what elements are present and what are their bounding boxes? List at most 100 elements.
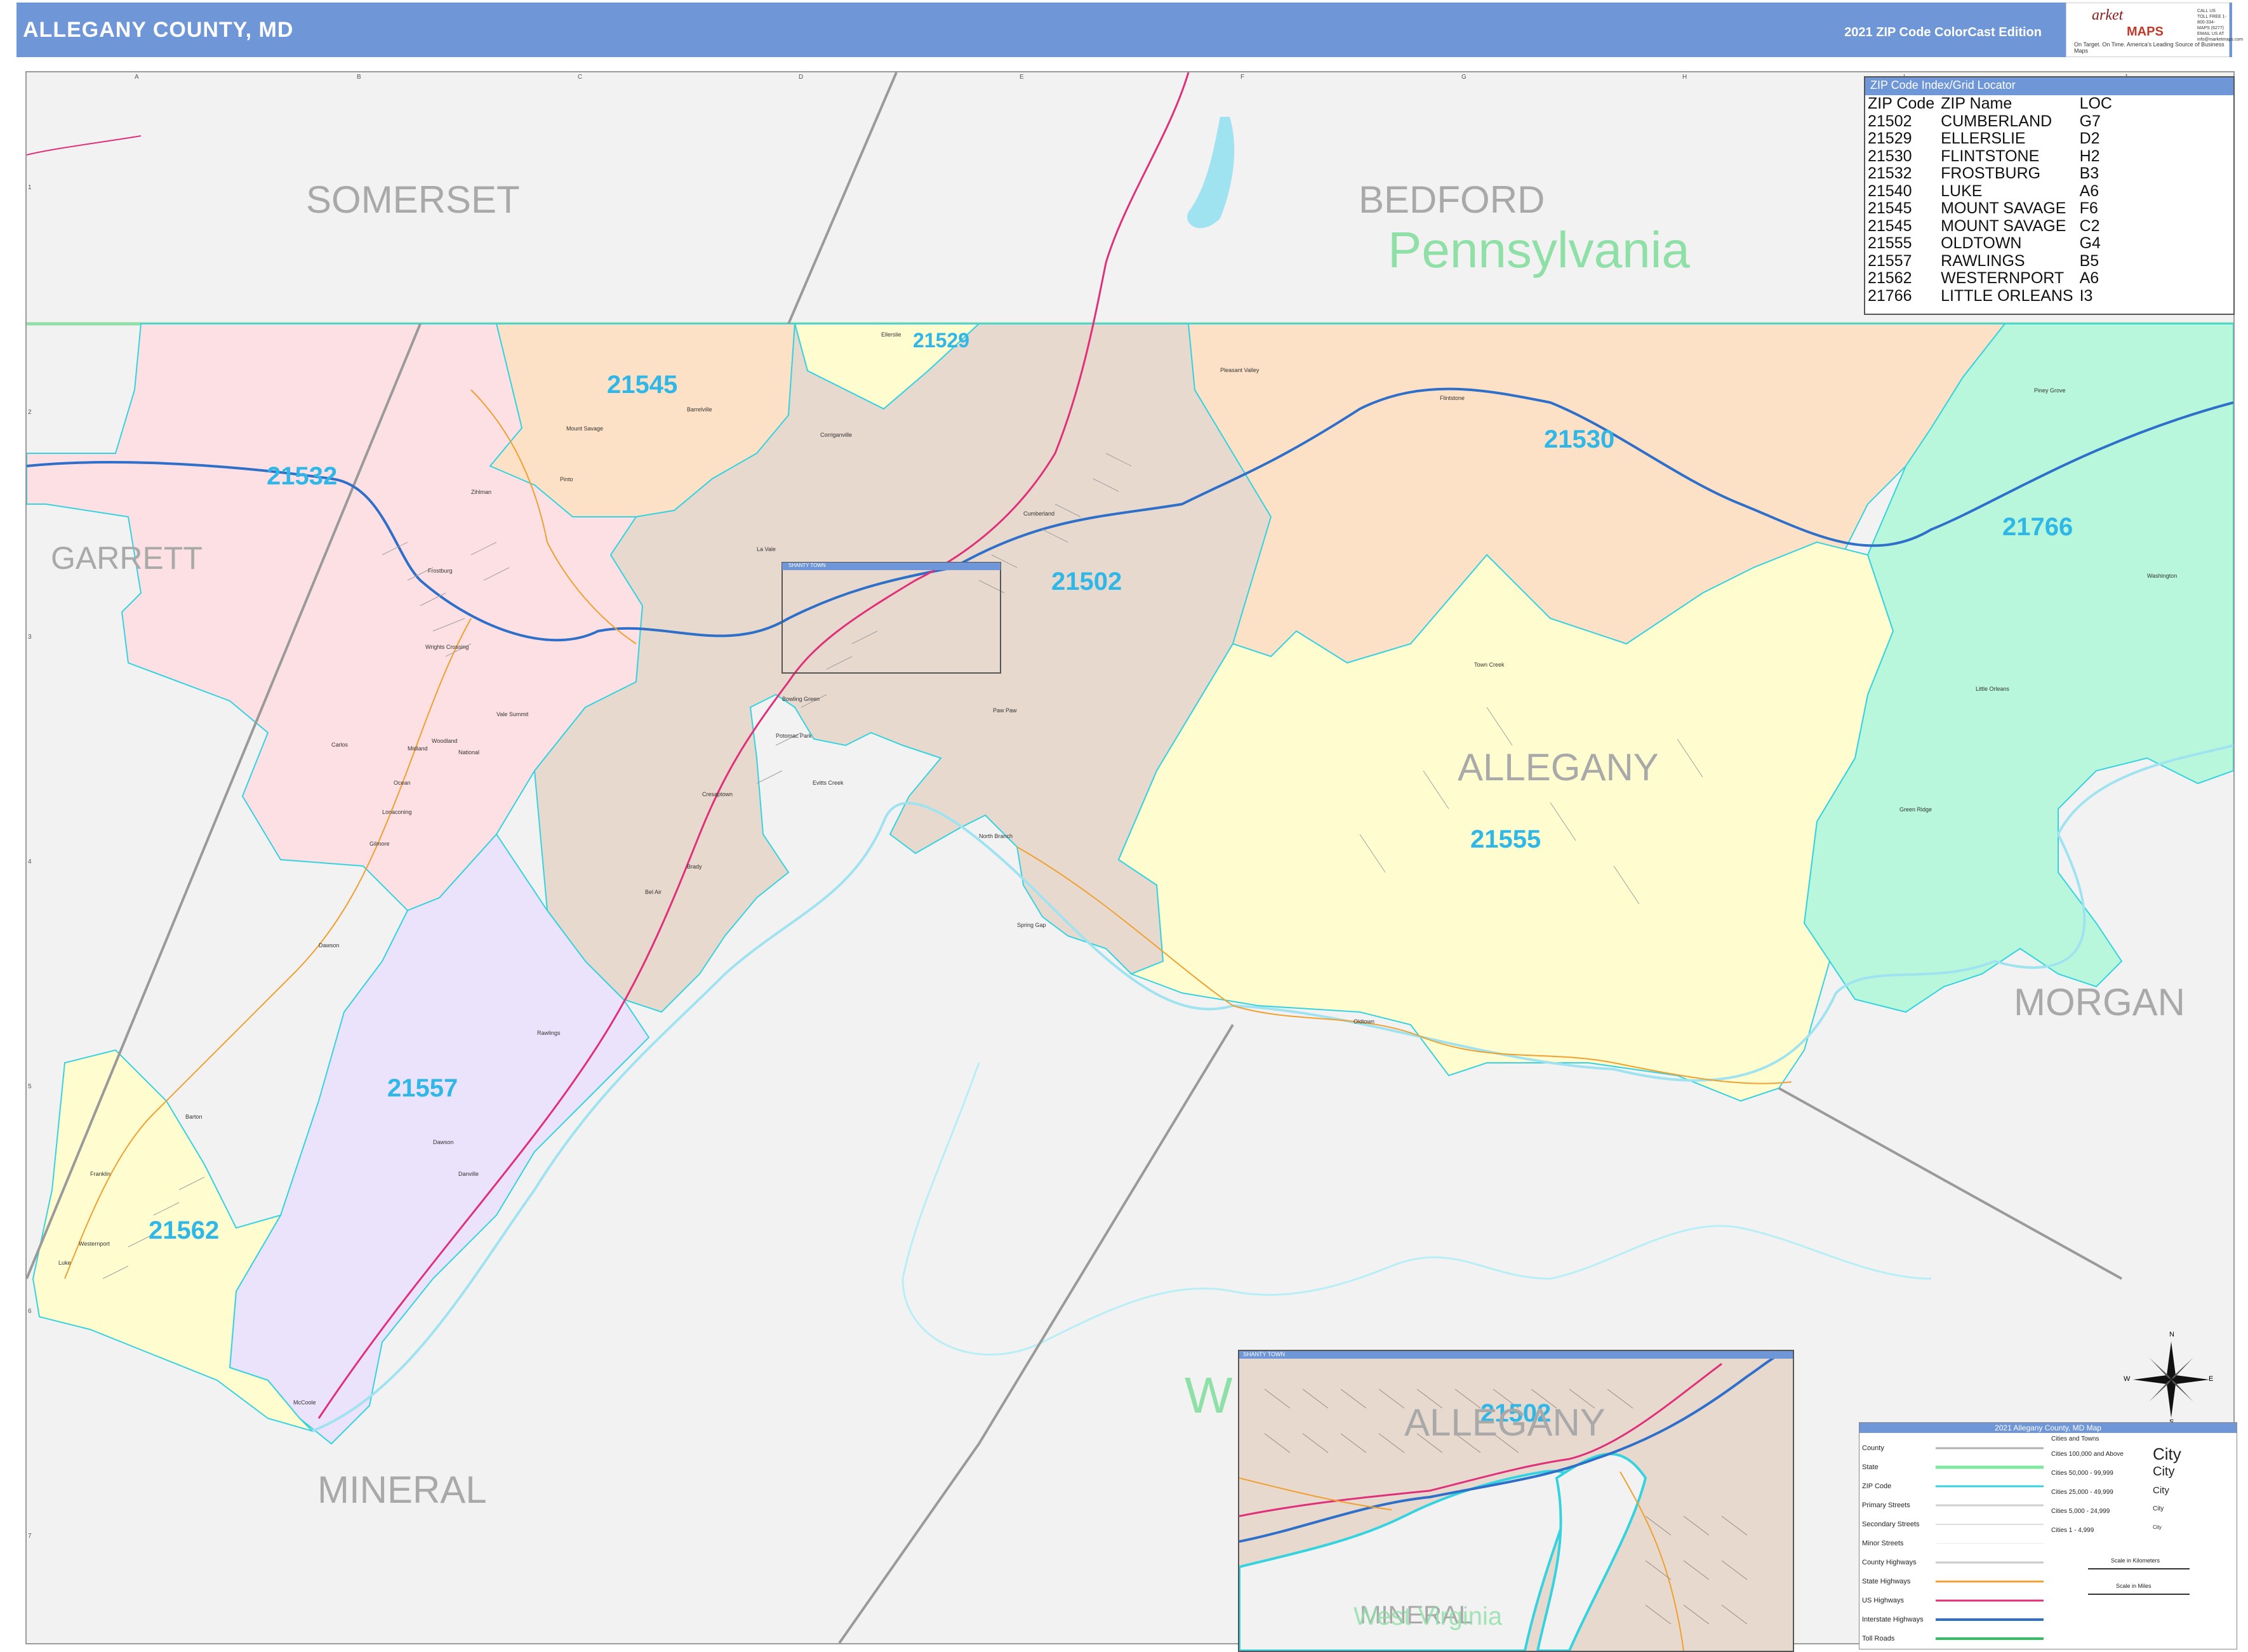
zip-index-name: LUKE — [1941, 182, 1983, 200]
legend-city-sample-2: City — [2153, 1465, 2175, 1479]
place-pleasant-valley: Pleasant Valley — [1220, 367, 1260, 373]
zip-index-name: FLINTSTONE — [1941, 147, 2040, 165]
place-piney-grove: Piney Grove — [2034, 387, 2066, 394]
place-little-orleans: Little Orleans — [1976, 686, 2010, 692]
zip-index-row: 21557 RAWLINGS B5 — [1868, 251, 2118, 270]
map-title: ALLEGANY COUNTY, MD — [23, 18, 294, 42]
zip-index-loc: H2 — [2079, 147, 2100, 165]
place-bel-air: Bel Air — [645, 889, 662, 895]
legend-city-50k: Cities 50,000 - 99,999 — [2051, 1470, 2113, 1477]
place-gilmore: Gilmore — [369, 841, 390, 847]
zip-index-loc: G7 — [2079, 112, 2101, 130]
place-barton: Barton — [185, 1114, 203, 1120]
zip-index-zip: 21545 — [1868, 216, 1912, 235]
zip-index-row: 21532 FROSTBURG B3 — [1868, 164, 2118, 183]
grid-letter-g: G — [1461, 74, 1467, 81]
place-cumberland: Cumberland — [1023, 510, 1055, 517]
inset-title: SHANTY TOWN — [1239, 1351, 1793, 1359]
inset-county-label: ALLEGANY — [1404, 1401, 1606, 1444]
place-la-vale: La Vale — [757, 546, 776, 552]
state-label-pennsylvania: Pennsylvania — [1388, 222, 1690, 278]
zip-index-loc: I3 — [2079, 286, 2093, 305]
zip-index-row: 21530 FLINTSTONE H2 — [1868, 147, 2118, 166]
inset-map[interactable]: SHANTY TOWN 21502 ALLEGANY MINERAL West … — [1238, 1350, 1794, 1652]
inset-state-label: West Virginia — [1353, 1602, 1503, 1630]
place-mccoole: McCoole — [293, 1399, 316, 1406]
zip-label-21766: 21766 — [2002, 513, 2073, 541]
inset-svg — [1239, 1351, 1793, 1651]
zip-label-21502: 21502 — [1051, 568, 1122, 596]
zip-index-name: RAWLINGS — [1941, 251, 2025, 270]
zip-index-zip: 21502 — [1868, 112, 1912, 130]
zip-index-loc: A6 — [2079, 182, 2099, 200]
county-label-somerset: SOMERSET — [306, 178, 520, 221]
zip-index-row: 21562 WESTERNPORT A6 — [1868, 269, 2118, 288]
zip-index-row: 21545 MOUNT SAVAGE F6 — [1868, 199, 2118, 218]
zip-index-loc: B5 — [2079, 251, 2099, 270]
zip-index-title: ZIP Code Index/Grid Locator — [1865, 77, 2233, 95]
compass-w: W — [2124, 1375, 2131, 1383]
place-spring-gap: Spring Gap — [1017, 922, 1046, 928]
legend-city-100k: Cities 100,000 and Above — [2051, 1451, 2124, 1458]
legend-city-25k: Cities 25,000 - 49,999 — [2051, 1489, 2113, 1496]
zip-label-21529: 21529 — [913, 329, 969, 352]
grid-number-2: 2 — [28, 409, 32, 416]
grid-number-6: 6 — [28, 1308, 32, 1315]
grid-number-4: 4 — [28, 858, 32, 865]
zip-index-loc: D2 — [2079, 130, 2100, 147]
place-ellerslie: Ellerslie — [881, 331, 901, 338]
zip-index-zip: 21555 — [1868, 234, 1912, 252]
compass-n: N — [2169, 1331, 2174, 1338]
place-national: National — [458, 749, 480, 756]
zip-index-loc: C2 — [2079, 216, 2100, 235]
logo-tagline: On Target. On Time. America's Leading So… — [2074, 41, 2225, 54]
place-north-branch: North Branch — [979, 833, 1013, 839]
place-vale-summit: Vale Summit — [496, 711, 529, 717]
legend-city-sample-3: City — [2153, 1485, 2169, 1496]
place-luke: Luke — [58, 1260, 71, 1266]
legend-scale-mi: Scale in Miles — [2116, 1583, 2152, 1589]
place-brady: Evitts Creek — [813, 780, 844, 786]
place-frostburg: Frostburg — [428, 568, 453, 574]
place-town-creek: Town Creek — [1474, 662, 1505, 668]
place-carlos: Carlos — [331, 742, 349, 748]
zip-index-loc: B3 — [2079, 164, 2099, 182]
grid-letter-e: E — [1020, 74, 1024, 81]
compass-rose: N S E W — [2124, 1331, 2213, 1426]
zip-index-loc: F6 — [2079, 199, 2098, 217]
map-legend: 2021 Allegany County, MD Map County Stat… — [1859, 1422, 2237, 1649]
place-lonaconing: Lonaconing — [382, 809, 412, 815]
zip-label-21532: 21532 — [267, 462, 338, 490]
zip-label-21555: 21555 — [1470, 825, 1541, 853]
zip-index-row: 21540 LUKE A6 — [1868, 182, 2118, 201]
grid-number-5: 5 — [28, 1083, 32, 1090]
zip-label-21557: 21557 — [387, 1074, 458, 1102]
place-oldtown: Oldtown — [1353, 1018, 1375, 1025]
place-morantown: Pinto — [560, 476, 573, 483]
grid-letter-b: B — [357, 74, 361, 81]
place-ocean: Ocean — [394, 780, 411, 786]
zip-index-zip: 21529 — [1868, 130, 1912, 147]
place-danville: Dawson — [433, 1139, 454, 1145]
place-corriganville: Corriganville — [820, 432, 853, 438]
zip-index-header-row: ZIP Code ZIP Name LOC — [1868, 95, 2118, 113]
zip-label-21545: 21545 — [607, 371, 678, 399]
zip-index-zip: 21530 — [1868, 147, 1912, 165]
zip-index-name: MOUNT SAVAGE — [1941, 216, 2066, 235]
state-label-west-virginia: W — [1185, 1367, 1233, 1423]
county-label-bedford: BEDFORD — [1359, 178, 1545, 221]
zip-label-21530: 21530 — [1544, 425, 1615, 453]
place-bowling-green: Bowling Green — [782, 696, 820, 702]
compass-icon — [2133, 1342, 2209, 1418]
zip-index-name: FROSTBURG — [1941, 164, 2041, 182]
place-midland: Midland — [408, 745, 428, 752]
map-edition: 2021 ZIP Code ColorCast Edition — [1844, 25, 2042, 39]
zip-index-name: MOUNT SAVAGE — [1941, 199, 2066, 217]
place-green-ridge: Green Ridge — [1899, 806, 1932, 813]
logo-name-top: arket — [2092, 7, 2124, 23]
legend-scale-km: Scale in Kilometers — [2111, 1557, 2160, 1564]
market-maps-logo: arket MAPS On Target. On Time. America's… — [2066, 3, 2243, 57]
county-label-garrett: GARRETT — [51, 540, 203, 576]
place-dawson: Dawson — [319, 942, 340, 949]
place-woodland: Woodland — [432, 738, 458, 744]
